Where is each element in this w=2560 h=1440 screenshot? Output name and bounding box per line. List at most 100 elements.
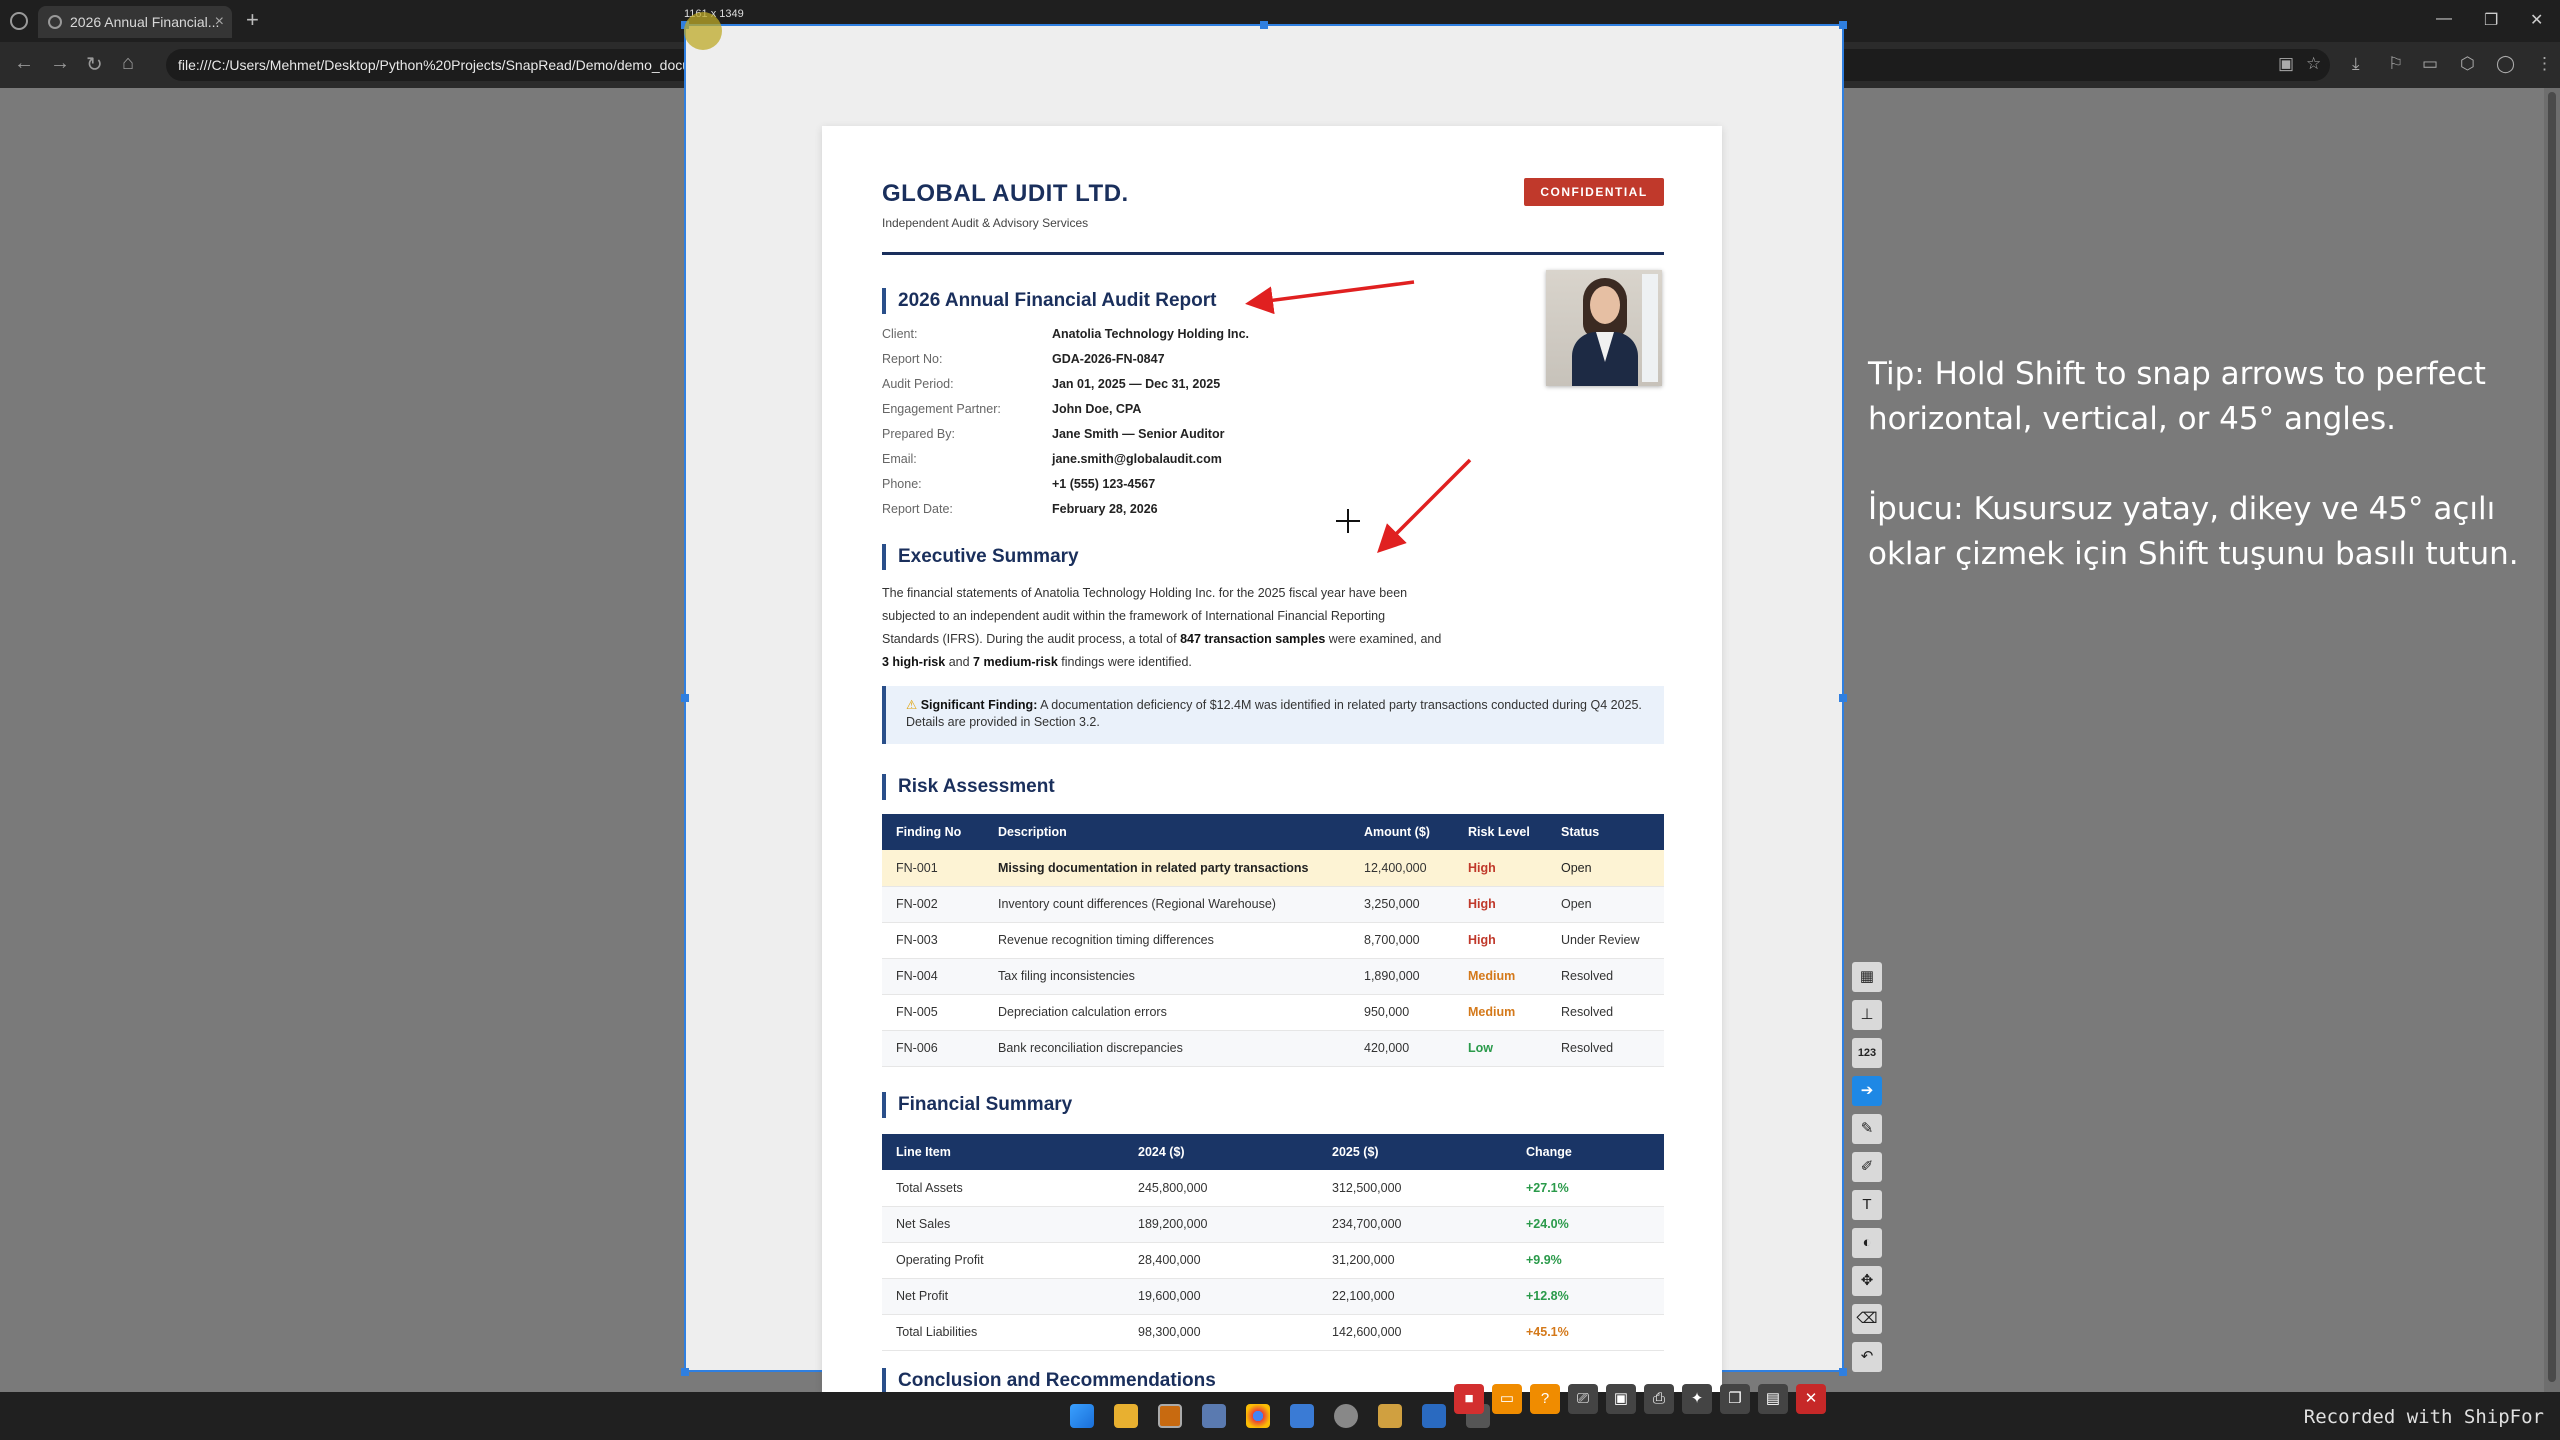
- resize-handle[interactable]: [1839, 21, 1847, 29]
- info-row-email: Email: jane.smith@globalaudit.com: [882, 452, 1222, 466]
- resize-handle[interactable]: [681, 1368, 689, 1376]
- recorded-watermark: Recorded with ShipFor: [2303, 1406, 2544, 1428]
- table-row: FN-003 Revenue recognition timing differe…: [882, 922, 1664, 959]
- text-icon[interactable]: T: [1852, 1190, 1882, 1220]
- info-row-audit-period: Audit Period: Jan 01, 2025 — Dec 31, 2025: [882, 377, 1221, 391]
- cursor-highlight: [684, 12, 722, 50]
- stamp-icon[interactable]: ⊥: [1852, 1000, 1882, 1030]
- auditor-photo: [1546, 270, 1662, 386]
- table-header-row: Finding No Description Amount ($) Risk L…: [882, 814, 1664, 850]
- globe-icon: [48, 15, 62, 29]
- financial-table: Line Item 2024 ($) 2025 ($) Change Total…: [882, 1134, 1664, 1351]
- table-row: Net Sales 189,200,000 234,700,000 +24.0%: [882, 1206, 1664, 1243]
- executive-summary-title: Executive Summary: [882, 544, 1079, 570]
- resize-handle[interactable]: [681, 694, 689, 702]
- tip-overlay: Tip: Hold Shift to snap arrows to perfec…: [1868, 352, 2528, 622]
- save-icon[interactable]: ▤: [1758, 1384, 1788, 1414]
- page-scrollbar[interactable]: [2544, 88, 2560, 1392]
- blur-icon[interactable]: ▦: [1852, 962, 1882, 992]
- tip-text-en: Tip: Hold Shift to snap arrows to perfec…: [1868, 356, 2486, 437]
- undo-icon[interactable]: ↶: [1852, 1342, 1882, 1372]
- tip-text-tr: İpucu: Kusursuz yatay, dikey ve 45° açıl…: [1868, 491, 2519, 572]
- table-header-row: Line Item 2024 ($) 2025 ($) Change: [882, 1134, 1664, 1170]
- app-icon[interactable]: [1378, 1404, 1402, 1428]
- info-row-client: Client: Anatolia Technology Holding Inc.: [882, 327, 1249, 341]
- windows-start-icon[interactable]: [1070, 1404, 1094, 1428]
- financial-summary-title: Financial Summary: [882, 1092, 1072, 1118]
- app-icon[interactable]: [1202, 1404, 1226, 1428]
- file-explorer-icon[interactable]: [1114, 1404, 1138, 1428]
- risk-assessment-title: Risk Assessment: [882, 774, 1055, 800]
- table-row: FN-005 Depreciation calculation errors 950…: [882, 994, 1664, 1031]
- conclusion-title: Conclusion and Recommendations: [882, 1368, 1216, 1392]
- info-row-phone: Phone: +1 (555) 123-4567: [882, 477, 1156, 491]
- annotation-toolbar: ▦ ⊥ 123 ➔ ✎ ✐ T ◐ ✥ ⌫ ↶: [1852, 962, 1884, 1380]
- browser-menu-icon[interactable]: [10, 12, 28, 30]
- notes-icon[interactable]: [1290, 1404, 1314, 1428]
- table-row: FN-002 Inventory count differences (Regio…: [882, 886, 1664, 923]
- executive-summary-text: The financial statements of Anatolia Tec…: [882, 586, 1442, 669]
- marker-icon[interactable]: ✐: [1852, 1152, 1882, 1182]
- app-icon[interactable]: [1158, 1404, 1182, 1428]
- screen-icon[interactable]: ▭: [1492, 1384, 1522, 1414]
- help-icon[interactable]: ?: [1530, 1384, 1560, 1414]
- header-divider: [882, 252, 1664, 255]
- home-icon[interactable]: ⌂: [122, 52, 134, 75]
- extensions-icon[interactable]: ⬡: [2460, 54, 2475, 74]
- table-row: FN-004 Tax filing inconsistencies 1,890,00…: [882, 958, 1664, 995]
- folder-icon[interactable]: ▭: [2422, 54, 2438, 74]
- taskbar: Recorded with ShipFor: [0, 1392, 2560, 1440]
- close-tab-icon[interactable]: ×: [215, 6, 224, 38]
- close-icon[interactable]: ✕: [1796, 1384, 1826, 1414]
- chrome-icon[interactable]: [1246, 1404, 1270, 1428]
- table-row: Net Profit 19,600,000 22,100,000 +12.8%: [882, 1278, 1664, 1315]
- resize-handle[interactable]: [1839, 1368, 1847, 1376]
- info-row-report-no: Report No: GDA-2026-FN-0847: [882, 352, 1165, 366]
- print-icon[interactable]: ⎙: [1644, 1384, 1674, 1414]
- ocr-icon[interactable]: ⎚: [1568, 1384, 1598, 1414]
- warning-icon: ⚠: [906, 698, 918, 712]
- color-palette-icon[interactable]: ◐: [1852, 1228, 1882, 1258]
- pen-icon[interactable]: ✎: [1852, 1114, 1882, 1144]
- report-title: 2026 Annual Financial Audit Report: [882, 288, 1216, 314]
- settings-icon[interactable]: [1334, 1404, 1358, 1428]
- significant-finding-callout: ⚠ Significant Finding: A documentation d…: [882, 686, 1664, 744]
- profile-icon[interactable]: ◯: [2496, 54, 2515, 74]
- pin-icon[interactable]: ✦: [1682, 1384, 1712, 1414]
- back-icon[interactable]: ←: [14, 52, 34, 75]
- restore-icon[interactable]: ❐: [2484, 10, 2498, 30]
- info-row-partner: Engagement Partner: John Doe, CPA: [882, 402, 1142, 416]
- arrow-icon[interactable]: ➔: [1852, 1076, 1882, 1106]
- app-icon[interactable]: [1422, 1404, 1446, 1428]
- company-tagline: Independent Audit & Advisory Services: [882, 216, 1089, 230]
- minimize-icon[interactable]: —: [2436, 10, 2452, 28]
- copy-icon[interactable]: ❐: [1720, 1384, 1750, 1414]
- more-menu-icon[interactable]: ⋮: [2536, 54, 2553, 74]
- forward-icon[interactable]: →: [50, 52, 70, 75]
- download-icon[interactable]: ⤓: [2352, 54, 2360, 74]
- table-row: Total Assets 245,800,000 312,500,000 +27.1%: [882, 1170, 1664, 1207]
- info-row-prepared-by: Prepared By: Jane Smith — Senior Auditor: [882, 427, 1225, 441]
- qr-icon[interactable]: ▣: [1606, 1384, 1636, 1414]
- table-row: FN-001 Missing documentation in related p…: [882, 850, 1664, 887]
- bookmarks-icon[interactable]: ⚐: [2388, 54, 2403, 74]
- translate-icon[interactable]: ▣: [2278, 54, 2294, 74]
- table-row: Operating Profit 28,400,000 31,200,000 +9.9…: [882, 1242, 1664, 1279]
- move-icon[interactable]: ✥: [1852, 1266, 1882, 1296]
- reload-icon[interactable]: ↻: [86, 52, 103, 77]
- eraser-icon[interactable]: ⌫: [1852, 1304, 1882, 1334]
- company-name: GLOBAL AUDIT LTD.: [882, 180, 1129, 207]
- browser-tab[interactable]: 2026 Annual Financial... ×: [38, 6, 232, 38]
- tab-title: 2026 Annual Financial...: [70, 14, 220, 30]
- risk-table: Finding No Description Amount ($) Risk L…: [882, 814, 1664, 1067]
- bookmark-star-icon[interactable]: ☆: [2306, 54, 2321, 74]
- resize-handle[interactable]: [1839, 694, 1847, 702]
- table-row: Total Liabilities 98,300,000 142,600,000 +4…: [882, 1314, 1664, 1351]
- record-icon[interactable]: ■: [1454, 1384, 1484, 1414]
- scrollbar-thumb[interactable]: [2548, 92, 2556, 1382]
- counter-icon[interactable]: 123: [1852, 1038, 1882, 1068]
- resize-handle[interactable]: [1260, 21, 1268, 29]
- confidential-badge: CONFIDENTIAL: [1524, 178, 1664, 206]
- window-close-icon[interactable]: ✕: [2530, 10, 2543, 30]
- new-tab-icon[interactable]: +: [246, 7, 259, 33]
